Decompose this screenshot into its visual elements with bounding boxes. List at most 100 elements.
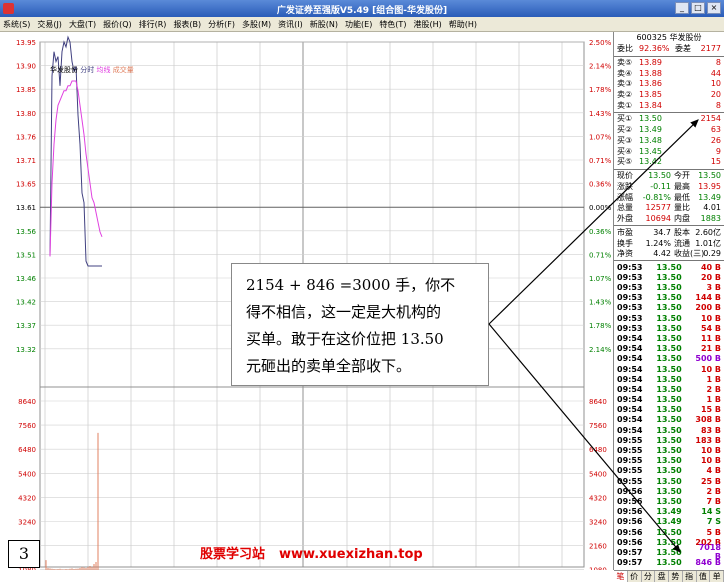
tick-time: 09:54 (617, 374, 643, 384)
menu-item-6[interactable]: 分析(F) (208, 19, 235, 30)
sell-order-label: 卖③ (617, 79, 633, 89)
stat-value: 1883 (700, 214, 721, 224)
annotation-line-2: 得不相信，这一定是大机构的 (246, 303, 442, 321)
tick-price: 13.50 (656, 537, 682, 547)
stat-row: 涨跌 -0.11 最高 13.95 (614, 181, 724, 192)
minimize-button[interactable]: _ (675, 2, 689, 14)
menu-item-4[interactable]: 排行(R) (139, 19, 167, 30)
menu-item-1[interactable]: 交易(J) (37, 19, 62, 30)
menu-item-5[interactable]: 报表(B) (173, 19, 201, 30)
tick-row: 09:53 13.50 40 B (614, 262, 724, 272)
tick-row: 09:56 13.50 7 B (614, 496, 724, 506)
buy-order-price: 13.50 (639, 114, 662, 124)
volume-tick-label: 8640 (18, 398, 36, 406)
tick-time: 09:56 (617, 527, 643, 537)
panel-tabs: 笔价分盘势指值单 (614, 570, 724, 582)
tick-row: 09:55 13.50 183 B (614, 435, 724, 445)
buy-order-price: 13.49 (639, 125, 662, 135)
tab-1[interactable]: 价 (628, 571, 642, 582)
tab-4[interactable]: 势 (669, 571, 683, 582)
maximize-button[interactable]: □ (691, 2, 705, 14)
menu-item-8[interactable]: 资讯(I) (278, 19, 303, 30)
stat-label: 现价 (617, 171, 633, 181)
close-button[interactable]: × (707, 2, 721, 14)
tick-time: 09:56 (617, 486, 643, 496)
stat-row: 总量 12577 量比 4.01 (614, 203, 724, 214)
tab-2[interactable]: 分 (642, 571, 656, 582)
tab-3[interactable]: 盘 (655, 571, 669, 582)
price-tick-label: 13.51 (16, 251, 36, 259)
buy-order-label: 买③ (617, 135, 633, 145)
tick-row: 09:54 13.50 83 B (614, 425, 724, 435)
window-controls: _ □ × (675, 2, 721, 14)
tick-list[interactable]: 09:53 13.50 40 B 09:53 13.50 20 B 09:53 13.50 3 … (614, 262, 724, 568)
tick-row: 09:54 13.50 308 B (614, 415, 724, 425)
tick-volume: 1 B (706, 395, 721, 405)
menu-item-3[interactable]: 报价(Q) (103, 19, 132, 30)
stat-value: 1.01亿 (695, 238, 721, 248)
stat-row: 外盘 10694 内盘 1883 (614, 213, 724, 224)
menu-item-7[interactable]: 多股(M) (242, 19, 271, 30)
menu-item-0[interactable]: 系统(S) (3, 19, 30, 30)
menu-item-2[interactable]: 大盘(T) (69, 19, 96, 30)
sell-order-label: 卖② (617, 90, 633, 100)
menu-item-11[interactable]: 特色(T) (379, 19, 406, 30)
tick-volume: 11 B (700, 333, 721, 343)
tick-row: 09:53 13.50 144 B (614, 293, 724, 303)
fundamental-stats: 市盈 34.7 股本 2.60亿 换手 1.24% 流通 1.01亿 净资 4.42 收益(三) 0.… (614, 227, 724, 259)
tab-6[interactable]: 值 (697, 571, 711, 582)
buy-order-row: 买③ 13.48 26 (614, 136, 724, 147)
tick-time: 09:55 (617, 446, 643, 456)
stat-value: -0.11 (650, 182, 671, 192)
sell-order-price: 13.85 (639, 90, 662, 100)
page-number: 3 (8, 540, 40, 568)
tab-5[interactable]: 指 (683, 571, 697, 582)
price-tick-label: 13.32 (16, 346, 36, 354)
tick-row: 09:54 13.50 21 B (614, 344, 724, 354)
tick-time: 09:53 (617, 293, 643, 303)
menu-item-10[interactable]: 功能(E) (345, 19, 372, 30)
tick-row: 09:54 13.50 1 B (614, 374, 724, 384)
tick-time: 09:54 (617, 395, 643, 405)
tick-price: 13.49 (656, 507, 682, 517)
stat-label: 量比 (674, 203, 690, 213)
tick-row: 09:56 13.50 2 B (614, 486, 724, 496)
tick-time: 09:57 (617, 547, 643, 557)
volume-tick-label-right: 2160 (589, 543, 607, 551)
annotation-line-4: 元砸出的卖单全部收下。 (246, 357, 412, 375)
divider (614, 260, 724, 262)
divider (614, 55, 724, 57)
tick-time: 09:55 (617, 435, 643, 445)
fundamental-row: 净资 4.42 收益(三) 0.29 (614, 248, 724, 259)
tick-volume: 15 B (700, 405, 721, 415)
tab-7[interactable]: 单 (710, 571, 724, 582)
tick-volume: 14 S (701, 507, 721, 517)
title-bar: 广发证券至强版V5.49 [组合图-华发股份] _ □ × (0, 0, 724, 17)
pct-tick-label: 1.07% (589, 275, 612, 283)
tick-time: 09:54 (617, 384, 643, 394)
tick-row: 09:54 13.50 11 B (614, 333, 724, 343)
price-tick-label: 13.56 (16, 228, 37, 236)
tick-row: 09:54 13.50 500 B (614, 354, 724, 364)
pct-tick-label: 1.43% (589, 110, 612, 118)
sell-order-row: 卖② 13.85 20 (614, 90, 724, 101)
window-title: 广发证券至强版V5.49 [组合图-华发股份] (276, 6, 448, 16)
menu-item-12[interactable]: 港股(H) (413, 19, 441, 30)
stat-label: 收益(三) (674, 249, 705, 259)
sell-order-volume: 8 (715, 58, 721, 68)
stat-label: 总量 (617, 203, 633, 213)
tick-volume: 5 B (706, 527, 721, 537)
stat-value: 1.24% (645, 238, 671, 248)
tab-0[interactable]: 笔 (614, 571, 628, 582)
tick-price: 13.50 (656, 374, 682, 384)
menu-item-13[interactable]: 帮助(H) (449, 19, 477, 30)
tick-time: 09:54 (617, 415, 643, 425)
tick-volume: 10 B (700, 313, 721, 323)
sell-order-volume: 20 (710, 90, 721, 100)
buy-order-price: 13.42 (639, 157, 662, 167)
tick-row: 09:54 13.50 2 B (614, 384, 724, 394)
price-tick-label: 13.37 (16, 322, 36, 330)
legend-volume: 成交量 (112, 66, 134, 74)
menu-item-9[interactable]: 新股(N) (310, 19, 338, 30)
tick-time: 09:54 (617, 425, 643, 435)
